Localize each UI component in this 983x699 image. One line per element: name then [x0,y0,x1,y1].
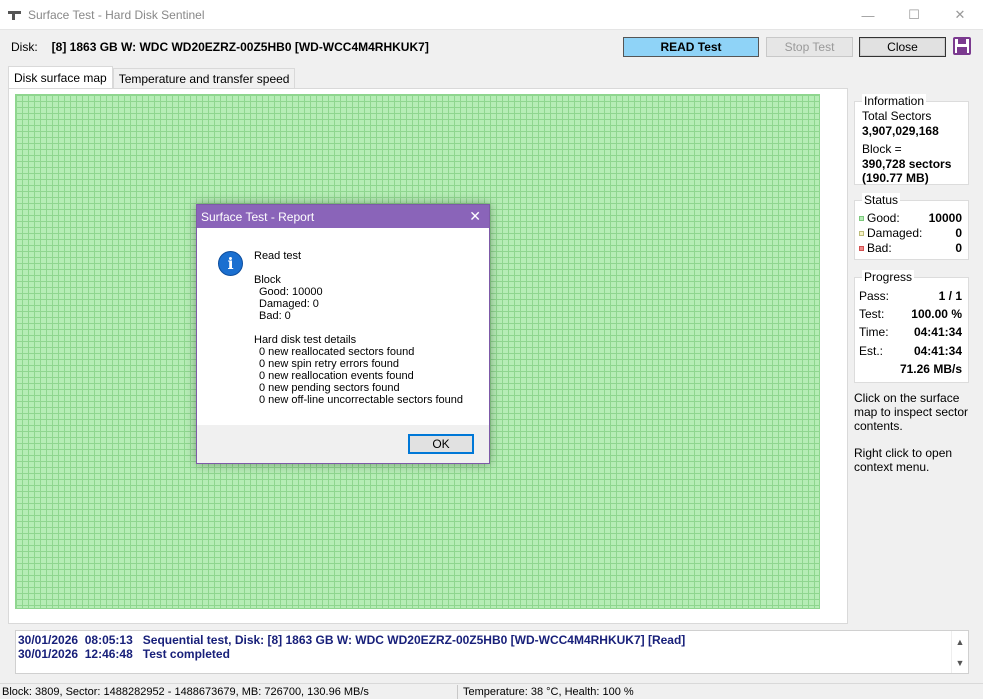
total-sectors-label: Total Sectors [862,109,932,123]
pass-value: 1 / 1 [938,289,962,303]
est-row: Est.: 04:41:34 [859,344,962,358]
tab-bar: Disk surface map Temperature and transfe… [8,66,296,88]
dialog-heading: Read test [254,250,302,262]
good-value: 10000 [928,211,962,225]
test-value: 100.00 % [911,307,962,321]
dialog-detail-item: 0 new reallocated sectors found [259,346,415,358]
status-bar-block-info: Block: 3809, Sector: 1488282952 - 148867… [2,685,369,698]
test-label: Test: [859,307,885,321]
dialog-bad: Bad: 0 [259,310,291,322]
log-entry: 30/01/2026 08:05:13 Sequential test, Dis… [18,633,686,647]
stop-test-button[interactable]: Stop Test [766,37,853,57]
status-damaged-row: Damaged: 0 [859,226,962,240]
speed-value: 71.26 MB/s [899,362,962,376]
dialog-damaged: Damaged: 0 [259,298,319,310]
dialog-block-label: Block [254,274,281,286]
scroll-down-icon[interactable]: ▼ [952,652,968,673]
damaged-value: 0 [955,226,962,240]
info-icon: i [218,251,243,276]
status-bad-row: Bad: 0 [859,241,962,255]
dialog-detail-item: 0 new pending sectors found [259,382,400,394]
good-label: Good: [867,211,900,225]
progress-title: Progress [862,270,915,284]
information-title: Information [862,94,927,108]
status-bar: Block: 3809, Sector: 1488282952 - 148867… [0,683,983,699]
log-scrollbar[interactable]: ▲ ▼ [951,631,968,673]
context-menu-hint: Right click to open context menu. [854,446,953,474]
dialog-body: i Read test Block Good: 10000 Damaged: 0… [197,228,489,426]
event-log[interactable]: 30/01/2026 08:05:13 Sequential test, Dis… [15,630,969,674]
status-bar-temperature: Temperature: 38 °C, Health: 100 % [463,685,634,698]
good-swatch-icon [859,216,864,222]
est-label: Est.: [859,344,884,358]
est-value: 04:41:34 [913,344,962,358]
surface-map-hint: Click on the surface map to inspect sect… [854,391,969,433]
damaged-swatch-icon [859,231,864,237]
bad-swatch-icon [859,246,864,252]
scroll-up-icon[interactable]: ▲ [952,631,968,652]
dialog-details-label: Hard disk test details [254,334,357,346]
minimize-button[interactable]: — [845,0,891,30]
dialog-close-icon[interactable]: ✕ [469,209,481,223]
window-close-button[interactable]: ✕ [937,0,983,30]
status-bar-separator [457,685,458,699]
time-value: 04:41:34 [913,325,962,339]
read-test-button[interactable]: READ Test [623,37,759,57]
close-button[interactable]: Close [859,37,946,57]
save-icon[interactable] [953,37,971,55]
dialog-text: Read test Block Good: 10000 Damaged: 0 B… [254,250,463,406]
report-dialog: Surface Test - Report ✕ i Read test Bloc… [196,204,490,464]
ok-button[interactable]: OK [408,434,474,454]
block-label: Block = [862,142,902,156]
window-title: Surface Test - Hard Disk Sentinel [28,7,205,22]
pass-row: Pass: 1 / 1 [859,289,962,303]
status-good-row: Good: 10000 [859,211,962,225]
damaged-label: Damaged: [867,226,923,240]
hammer-icon [8,9,22,21]
block-sectors-value: 390,728 sectors [862,157,952,171]
time-row: Time: 04:41:34 [859,325,962,339]
block-size-value: (190.77 MB) [862,171,929,185]
maximize-button[interactable]: ☐ [891,0,937,30]
status-group: Status Good: 10000 Damaged: 0 Bad: 0 [854,193,969,260]
pass-label: Pass: [859,289,890,303]
dialog-title-bar: Surface Test - Report ✕ [197,205,489,228]
title-bar: Surface Test - Hard Disk Sentinel — ☐ ✕ [0,0,983,30]
bad-value: 0 [955,241,962,255]
tab-disk-surface-map[interactable]: Disk surface map [8,66,113,88]
total-sectors-value: 3,907,029,168 [862,124,939,138]
bad-label: Bad: [867,241,892,255]
dialog-detail-item: 0 new reallocation events found [259,370,414,382]
disk-name: [8] 1863 GB W: WDC WD20EZRZ-00Z5HB0 [WD-… [51,40,429,54]
window-controls: — ☐ ✕ [845,0,983,30]
dialog-detail-item: 0 new spin retry errors found [259,358,400,370]
test-row: Test: 100.00 % [859,307,962,321]
dialog-good: Good: 10000 [259,286,323,298]
speed-row: 71.26 MB/s [859,362,962,376]
dialog-detail-item: 0 new off-line uncorrectable sectors fou… [259,394,464,406]
progress-group: Progress Pass: 1 / 1 Test: 100.00 % Time… [854,270,969,383]
dialog-footer: OK [197,425,489,463]
dialog-title: Surface Test - Report [201,209,315,224]
log-entry: 30/01/2026 12:46:48 Test completed [18,647,230,661]
information-group: Information Total Sectors 3,907,029,168 … [854,94,969,185]
time-label: Time: [859,325,889,339]
status-title: Status [862,193,901,207]
tab-temperature-transfer-speed[interactable]: Temperature and transfer speed [112,68,296,88]
disk-label: Disk: [11,40,38,54]
